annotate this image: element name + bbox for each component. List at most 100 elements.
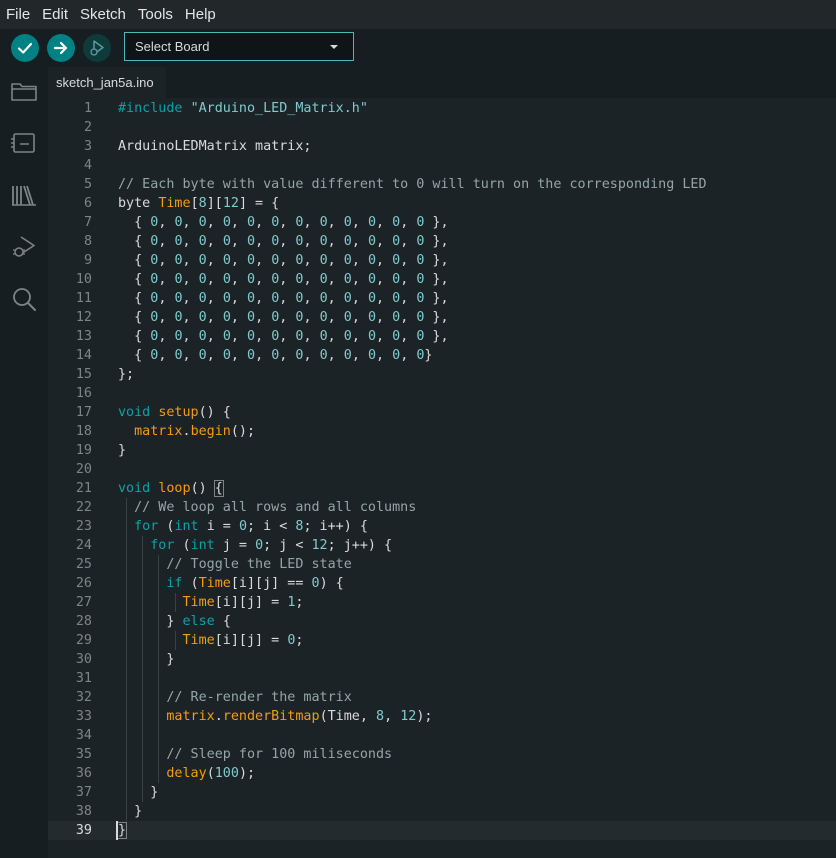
menu-edit[interactable]: Edit	[42, 6, 68, 23]
code-token: Time	[182, 633, 215, 648]
line-number: 37	[75, 785, 92, 800]
code-text: ArduinoLEDMatrix matrix;	[118, 137, 311, 156]
code-token: ,	[351, 253, 368, 268]
code-line[interactable]: 2	[48, 118, 836, 137]
line-number: 17	[75, 405, 92, 420]
verify-button[interactable]	[11, 34, 39, 62]
code-token: 0	[367, 291, 376, 306]
code-line[interactable]: 11 { 0, 0, 0, 0, 0, 0, 0, 0, 0, 0, 0, 0 …	[48, 289, 836, 308]
code-line[interactable]: 37 }	[48, 783, 836, 802]
code-token: 0	[343, 291, 352, 306]
code-text: { 0, 0, 0, 0, 0, 0, 0, 0, 0, 0, 0, 0 },	[118, 308, 448, 327]
line-number: 39	[75, 823, 92, 838]
code-line[interactable]: 10 { 0, 0, 0, 0, 0, 0, 0, 0, 0, 0, 0, 0 …	[48, 270, 836, 289]
menu-bar: File Edit Sketch Tools Help	[0, 0, 836, 29]
code-token: ,	[255, 234, 272, 249]
code-line[interactable]: 3 ArduinoLEDMatrix matrix;	[48, 137, 836, 156]
code-line[interactable]: 7 { 0, 0, 0, 0, 0, 0, 0, 0, 0, 0, 0, 0 }…	[48, 213, 836, 232]
code-token: 0	[319, 329, 328, 344]
code-token: ,	[230, 272, 247, 287]
code-token: 0	[367, 215, 376, 230]
code-token: 0	[174, 272, 183, 287]
library-icon[interactable]	[10, 181, 38, 209]
code-token: (Time,	[319, 709, 376, 724]
code-line[interactable]: 14 { 0, 0, 0, 0, 0, 0, 0, 0, 0, 0, 0, 0}	[48, 346, 836, 365]
code-token: 0	[343, 348, 352, 363]
code-token: },	[424, 253, 449, 268]
code-line[interactable]: 29 Time[i][j] = 0;	[48, 631, 836, 650]
code-token: ,	[255, 215, 272, 230]
code-token: [i][j] ==	[230, 576, 312, 591]
code-token: 0	[343, 329, 352, 344]
code-token: ArduinoLEDMatrix matrix;	[118, 139, 312, 154]
code-line[interactable]: 8 { 0, 0, 0, 0, 0, 0, 0, 0, 0, 0, 0, 0 }…	[48, 232, 836, 251]
code-token: 0	[174, 215, 183, 230]
upload-button[interactable]	[47, 34, 75, 62]
code-line[interactable]: 16	[48, 384, 836, 403]
tab-sketch-file[interactable]: sketch_jan5a.ino	[48, 67, 166, 98]
code-line[interactable]: 15};	[48, 365, 836, 384]
code-token: 0	[319, 291, 328, 306]
code-token: {	[118, 215, 151, 230]
code-line[interactable]: 36 delay(100);	[48, 764, 836, 783]
code-line[interactable]: 24 for (int j = 0; j < 12; j++) {	[48, 536, 836, 555]
code-line[interactable]: 25 // Toggle the LED state	[48, 555, 836, 574]
code-token: ,	[206, 272, 223, 287]
code-text: { 0, 0, 0, 0, 0, 0, 0, 0, 0, 0, 0, 0 },	[118, 270, 448, 289]
code-line[interactable]: 12 { 0, 0, 0, 0, 0, 0, 0, 0, 0, 0, 0, 0 …	[48, 308, 836, 327]
code-line[interactable]: 32 // Re-render the matrix	[48, 688, 836, 707]
code-token: 0	[222, 253, 231, 268]
code-line[interactable]: 4	[48, 156, 836, 175]
code-line[interactable]: 22 // We loop all rows and all columns	[48, 498, 836, 517]
code-line[interactable]: 23 for (int i = 0; i < 8; i++) {	[48, 517, 836, 536]
board-manager-icon[interactable]	[10, 129, 38, 157]
code-line[interactable]: 31	[48, 669, 836, 688]
code-token: ,	[351, 215, 368, 230]
code-line[interactable]: 21 void loop() {	[48, 479, 836, 498]
code-token: 0	[174, 234, 183, 249]
code-line[interactable]: 38 }	[48, 802, 836, 821]
text-cursor	[116, 821, 118, 840]
code-token: ,	[206, 253, 223, 268]
code-line[interactable]: 5 // Each byte with value different to 0 …	[48, 175, 836, 194]
menu-sketch[interactable]: Sketch	[80, 6, 126, 23]
code-token: 0	[319, 215, 328, 230]
code-token: 0	[319, 348, 328, 363]
menu-tools[interactable]: Tools	[138, 6, 173, 23]
code-token: matrix	[134, 424, 183, 439]
code-text: { 0, 0, 0, 0, 0, 0, 0, 0, 0, 0, 0, 0 },	[118, 251, 449, 270]
code-line[interactable]: 34	[48, 726, 836, 745]
code-editor[interactable]: 1 #include "Arduino_LED_Matrix.h" 2 3 Arduin…	[48, 98, 836, 858]
folder-icon[interactable]	[10, 77, 38, 105]
code-token: ,	[230, 234, 247, 249]
code-line[interactable]: 1 #include "Arduino_LED_Matrix.h"	[48, 99, 836, 118]
code-line[interactable]: 28 } else {	[48, 612, 836, 631]
code-token: byte	[118, 196, 159, 211]
code-token: ,	[279, 348, 296, 363]
code-line[interactable]: 19}	[48, 441, 836, 460]
code-token: 0	[198, 310, 207, 325]
code-line[interactable]: 35 // Sleep for 100 miliseconds	[48, 745, 836, 764]
line-number: 36	[75, 766, 92, 781]
code-line[interactable]: 9 { 0, 0, 0, 0, 0, 0, 0, 0, 0, 0, 0, 0 }…	[48, 251, 836, 270]
menu-help[interactable]: Help	[185, 6, 216, 23]
code-line[interactable]: 13 { 0, 0, 0, 0, 0, 0, 0, 0, 0, 0, 0, 0 …	[48, 327, 836, 346]
code-line[interactable]: 27 Time[i][j] = 1;	[48, 593, 836, 612]
menu-file[interactable]: File	[6, 6, 30, 23]
code-line[interactable]: 30 }	[48, 650, 836, 669]
code-line[interactable]: 20	[48, 460, 836, 479]
code-token: delay	[166, 766, 207, 781]
code-line[interactable]: 26 if (Time[i][j] == 0) {	[48, 574, 836, 593]
debug-button[interactable]	[83, 34, 111, 62]
code-line[interactable]: 39}	[48, 821, 836, 840]
debug-icon[interactable]	[10, 233, 38, 261]
code-line[interactable]: 17 void setup() {	[48, 403, 836, 422]
code-text: { 0, 0, 0, 0, 0, 0, 0, 0, 0, 0, 0, 0 },	[118, 289, 448, 308]
code-line[interactable]: 33 matrix.renderBitmap(Time, 8, 12);	[48, 707, 836, 726]
search-icon[interactable]	[10, 285, 38, 313]
code-token: ,	[230, 291, 247, 306]
code-line[interactable]: 6 byte Time[8][12] = {	[48, 194, 836, 213]
code-token: 100	[214, 766, 239, 781]
board-select-dropdown[interactable]: Select Board	[124, 32, 354, 61]
code-line[interactable]: 18 matrix.begin();	[48, 422, 836, 441]
